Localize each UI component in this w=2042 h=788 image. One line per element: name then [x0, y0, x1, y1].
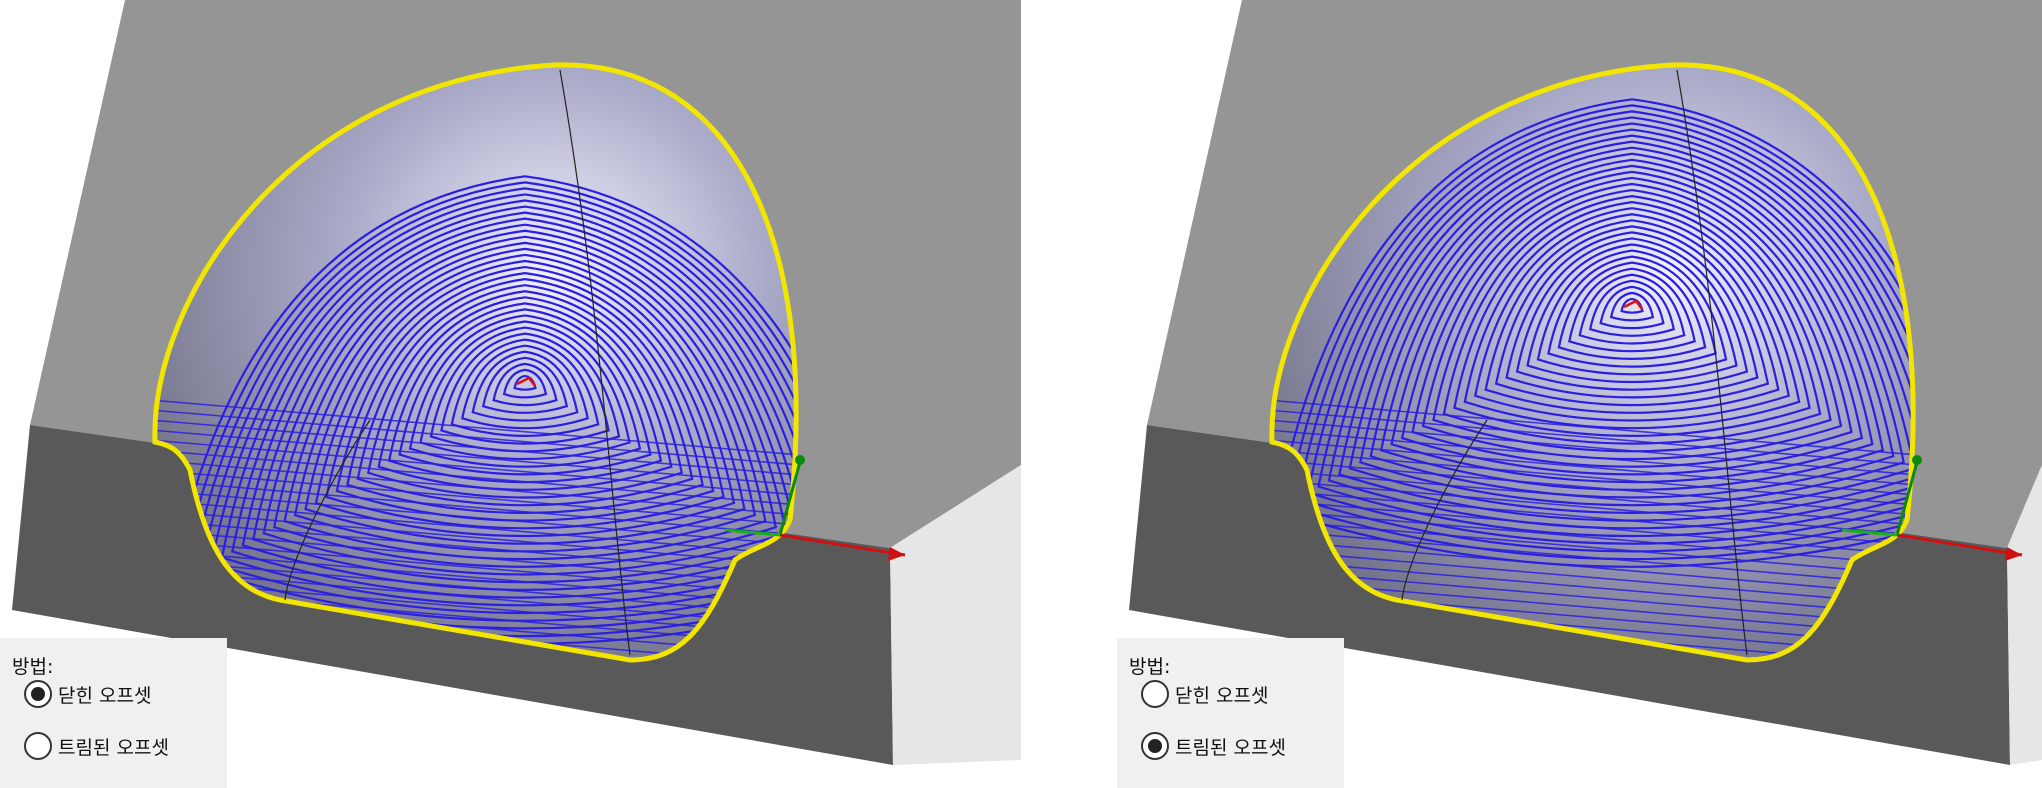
method-label: 방법:	[1129, 656, 1171, 678]
closed-offset-label: 닫힌 오프셋	[58, 684, 152, 707]
trimmed-offset-label: 트림된 오프셋	[1175, 736, 1286, 759]
option-closed-offset[interactable]: 닫힌 오프셋	[1141, 680, 1268, 708]
axis-z-arrow	[1912, 455, 1922, 465]
option-closed-offset[interactable]: 닫힌 오프셋	[24, 680, 151, 708]
closed-offset-label: 닫힌 오프셋	[1175, 684, 1269, 707]
left-viewport-panel: 방법: 닫힌 오프셋 트림된 오프셋	[0, 0, 1021, 788]
option-trimmed-offset[interactable]: 트림된 오프셋	[1141, 732, 1286, 760]
axis-z-arrow	[795, 455, 805, 465]
trimmed-offset-label: 트림된 오프셋	[58, 736, 169, 759]
method-label: 방법:	[12, 656, 54, 678]
right-viewport-panel: 방법: 닫힌 오프셋 트림된 오프셋	[1117, 0, 2042, 788]
closed-offset-radio[interactable]	[1141, 680, 1169, 708]
option-trimmed-offset[interactable]: 트림된 오프셋	[24, 732, 169, 760]
method-options-panel: 방법: 닫힌 오프셋 트림된 오프셋	[1117, 638, 1344, 788]
trimmed-offset-radio[interactable]	[24, 732, 52, 760]
trimmed-offset-radio[interactable]	[1141, 732, 1169, 760]
closed-offset-radio[interactable]	[24, 680, 52, 708]
method-options-panel: 방법: 닫힌 오프셋 트림된 오프셋	[0, 638, 227, 788]
